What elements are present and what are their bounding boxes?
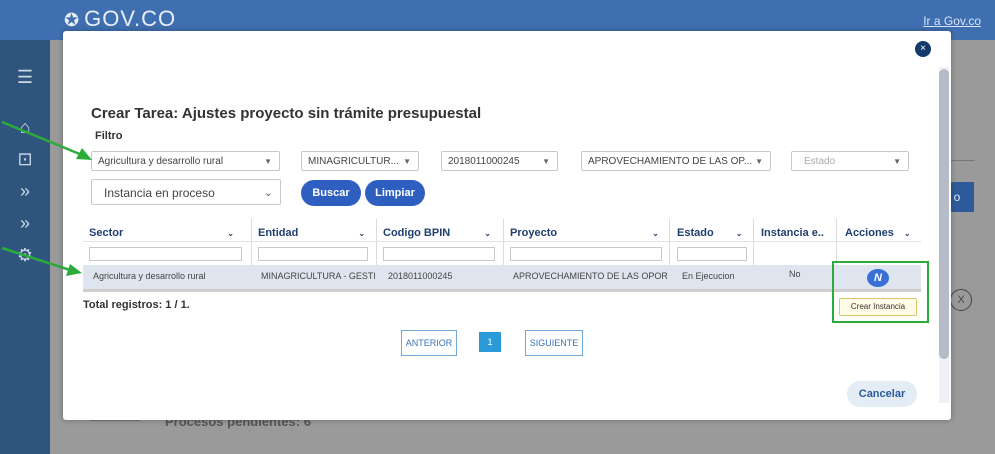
menu-icon[interactable]: ☰ [12,66,38,88]
bpin-select[interactable]: 2018011000245 ▼ [441,151,558,171]
chevron-down-icon: ⌄ [263,187,273,199]
annotation-arrow-icon [1,120,92,160]
bpin-column-filter[interactable] [383,247,495,261]
entidad-select[interactable]: MINAGRICULTUR... ▼ [301,151,419,171]
create-instance-button[interactable]: N [867,269,889,287]
background-close-icon: X [950,289,972,311]
cell-bpin: 2018011000245 [388,271,453,281]
clear-button[interactable]: Limpiar [365,180,425,206]
chevron-down-icon: ⌄ [735,228,743,238]
previous-page-button[interactable]: ANTERIOR [401,330,457,356]
col-header-proyecto[interactable]: Proyecto ⌄ [510,227,659,239]
col-header-instancia[interactable]: Instancia e.. [761,227,824,239]
chevron-down-icon: ⌄ [227,228,234,238]
gov-logo[interactable]: ✪ GOV.CO [64,6,176,32]
background-divider [90,420,140,421]
page-1-button[interactable]: 1 [479,332,501,352]
proyecto-column-filter[interactable] [510,247,662,261]
sector-column-filter[interactable] [89,247,242,261]
gov-mark-icon: ✪ [64,10,81,30]
estado-column-filter[interactable] [677,247,747,261]
row-divider [83,289,921,292]
cancel-button[interactable]: Cancelar [847,381,917,407]
chevron-down-icon: ⌄ [358,228,366,238]
col-header-acciones[interactable]: Acciones ⌄ [845,227,911,239]
sector-select[interactable]: Agricultura y desarrollo rural ▼ [91,151,280,171]
cell-proyecto: APROVECHAMIENTO DE LAS OPORTU [513,271,667,281]
ir-a-gov-link[interactable]: Ir a Gov.co [923,14,981,28]
cell-entidad: MINAGRICULTURA - GESTIC [261,271,375,281]
proyecto-select[interactable]: APROVECHAMIENTO DE LAS OP... ▼ [581,151,771,171]
col-header-estado[interactable]: Estado ⌄ [677,227,742,239]
chevron-down-icon: ⌄ [652,228,659,238]
close-icon[interactable]: × [915,41,931,57]
cell-estado: En Ejecucion [682,271,735,281]
chevron-down-icon: ▼ [403,157,411,166]
entidad-column-filter[interactable] [258,247,368,261]
estado-select[interactable]: Estado ▼ [791,151,909,171]
total-records: Total registros: 1 / 1. [83,299,190,311]
instancia-select[interactable]: Instancia en proceso ⌄ [91,179,281,205]
next-page-button[interactable]: SIGUIENTE [525,330,583,356]
cell-sector: Agricultura y desarrollo rural [93,271,206,281]
chevron-down-icon: ⌄ [903,228,911,238]
chevron-down-icon: ▼ [542,157,550,166]
create-task-modal: × Crear Tarea: Ajustes proyecto sin trám… [63,31,951,420]
col-header-entidad[interactable]: Entidad ⌄ [258,227,365,239]
scrollbar-thumb[interactable] [939,69,949,359]
annotation-arrow-icon [1,246,82,276]
create-instance-tooltip: Crear Instancia [839,298,917,316]
cell-instancia: No [789,269,801,279]
column-divider [503,219,504,271]
col-header-bpin[interactable]: Codigo BPIN ⌄ [383,227,491,239]
column-divider [669,219,670,271]
chevron-down-icon: ▼ [755,157,763,166]
chevron-down-icon: ⌄ [484,228,491,238]
search-button[interactable]: Buscar [301,180,361,206]
forward-icon[interactable]: » [12,212,38,234]
col-header-sector[interactable]: Sector ⌄ [89,227,234,239]
modal-title: Crear Tarea: Ajustes proyecto sin trámit… [91,105,482,122]
column-divider [376,219,377,271]
column-divider [753,219,754,271]
header-divider [83,241,921,242]
forward-icon[interactable]: » [12,180,38,202]
chevron-down-icon: ▼ [264,157,272,166]
chevron-down-icon: ▼ [893,157,901,166]
column-divider [251,219,252,271]
